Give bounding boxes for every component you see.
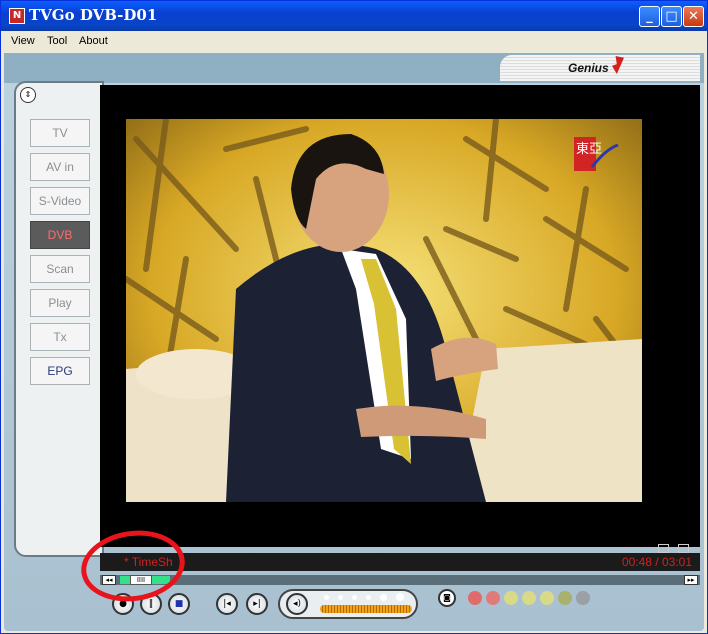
mute-button[interactable]: ◂) — [286, 593, 308, 615]
brand-panel: Genius — [500, 55, 700, 81]
maximize-icon: □ — [665, 9, 678, 24]
source-button-scan[interactable]: Scan — [30, 255, 90, 283]
application-window: N TVGo DVB-D01 _ □ ✕ View Tool About Gen… — [0, 0, 708, 634]
source-sidebar: ⇕ TV AV in S-Video DVB Scan Play Tx EPG — [14, 81, 104, 557]
pip-icon[interactable] — [678, 544, 690, 553]
maximize-button[interactable]: □ — [661, 6, 682, 27]
preset-button[interactable] — [504, 591, 518, 605]
preset-button[interactable] — [576, 591, 590, 605]
source-button-dvb[interactable]: DVB — [30, 221, 90, 249]
close-icon: ✕ — [688, 9, 699, 24]
next-channel-button[interactable]: ▸| — [246, 593, 268, 615]
previous-channel-button[interactable]: |◂ — [216, 593, 238, 615]
snapshot-camera-button[interactable]: ◙ — [438, 589, 456, 607]
window-title: TVGo DVB-D01 — [29, 6, 158, 24]
close-button[interactable]: ✕ — [683, 6, 704, 27]
title-bar[interactable]: N TVGo DVB-D01 _ □ ✕ — [1, 1, 707, 31]
collapse-toggle-icon[interactable]: ⇕ — [20, 87, 36, 103]
preset-button[interactable] — [486, 591, 500, 605]
channel-logo-text: 東亞 — [576, 141, 602, 157]
preset-button[interactable] — [558, 591, 572, 605]
volume-control: ◂) — [278, 589, 418, 619]
source-button-tx[interactable]: Tx — [30, 323, 90, 351]
volume-dot — [338, 595, 343, 600]
menu-bar: View Tool About — [1, 31, 707, 51]
stop-button[interactable]: ■ — [168, 593, 190, 615]
playback-controls: ● ‖ ■ |◂ ▸| ◂) ◙ — [100, 587, 700, 629]
tv-broadcast-image: 東亞 — [126, 119, 642, 502]
video-frame: 東亞 — [126, 119, 642, 502]
source-button-epg[interactable]: EPG — [30, 357, 90, 385]
source-button-tv[interactable]: TV — [30, 119, 90, 147]
timeshift-timeline[interactable]: ◂◂ IIII ▸▸ — [100, 575, 700, 585]
video-display[interactable]: 東亞 — [100, 85, 700, 547]
volume-dot — [324, 595, 329, 600]
source-button-av-in[interactable]: AV in — [30, 153, 90, 181]
minimize-icon: _ — [646, 9, 653, 24]
status-bar: * TimeSh 00:48 / 03:01 — [100, 553, 700, 571]
preset-button[interactable] — [540, 591, 554, 605]
volume-dot — [352, 595, 357, 600]
preset-button[interactable] — [468, 591, 482, 605]
brand-logo: Genius — [568, 61, 609, 75]
volume-slider[interactable] — [320, 605, 412, 613]
volume-dot — [380, 594, 387, 601]
timeline-forward-button[interactable]: ▸▸ — [684, 575, 698, 585]
fullscreen-icon[interactable] — [658, 544, 669, 553]
preset-button[interactable] — [522, 591, 536, 605]
volume-dot — [396, 593, 404, 601]
brand-swoosh-icon — [612, 56, 624, 74]
app-icon: N — [9, 8, 25, 24]
playback-time: 00:48 / 03:01 — [621, 555, 692, 569]
menu-view[interactable]: View — [11, 35, 35, 47]
menu-tool[interactable]: Tool — [47, 35, 67, 47]
menu-about[interactable]: About — [79, 35, 108, 47]
source-button-s-video[interactable]: S-Video — [30, 187, 90, 215]
minimize-button[interactable]: _ — [639, 6, 660, 27]
source-button-play[interactable]: Play — [30, 289, 90, 317]
volume-dot — [366, 595, 371, 600]
